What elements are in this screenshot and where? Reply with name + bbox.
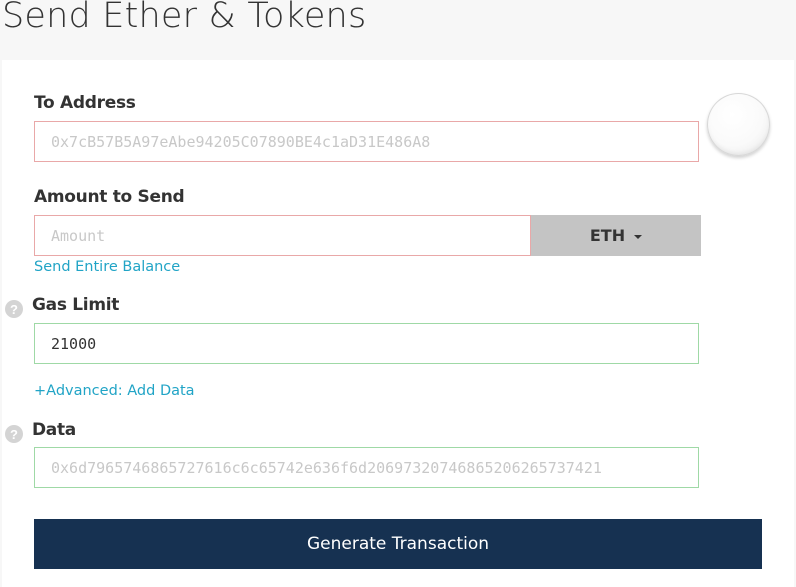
generate-transaction-button[interactable]: Generate Transaction (34, 519, 762, 569)
amount-input[interactable]: Amount (34, 215, 531, 256)
to-address-input[interactable]: 0x7cB57B5A97eAbe94205C07890BE4c1aD31E486… (34, 121, 699, 162)
to-address-label: To Address (34, 93, 136, 113)
data-label: Data (32, 420, 76, 440)
address-identicon (707, 93, 770, 156)
data-input[interactable]: 0x6d7965746865727616c6c65742e636f6d20697… (34, 447, 699, 488)
unit-dropdown-button[interactable]: ETH (531, 215, 701, 256)
gas-limit-input[interactable]: 21000 (34, 323, 699, 364)
gas-limit-help-icon[interactable]: ? (5, 300, 23, 318)
gas-limit-label: Gas Limit (32, 295, 120, 315)
generate-transaction-label: Generate Transaction (306, 534, 490, 554)
page-title: Send Ether & Tokens (2, 0, 367, 36)
advanced-add-data-link[interactable]: +Advanced: Add Data (34, 383, 195, 399)
data-help-icon[interactable]: ? (5, 425, 23, 443)
unit-label: ETH (589, 226, 626, 245)
chevron-down-icon (634, 234, 643, 239)
send-entire-balance-link[interactable]: Send Entire Balance (34, 259, 180, 275)
amount-label: Amount to Send (34, 187, 185, 207)
